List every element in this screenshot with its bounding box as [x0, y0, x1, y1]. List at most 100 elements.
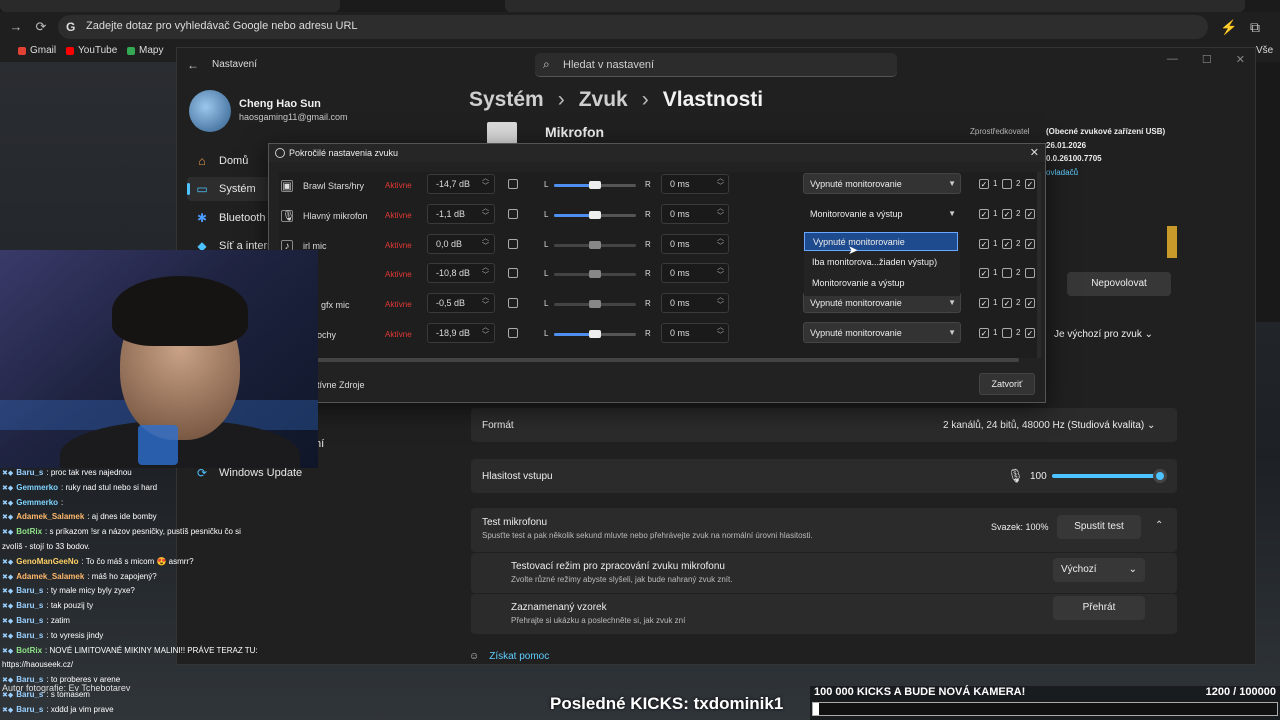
track-2-checkbox[interactable]: ✓: [1002, 208, 1012, 219]
chat-username[interactable]: Baru_s: [16, 631, 43, 640]
balance-slider[interactable]: [554, 210, 636, 219]
monitor-dropdown[interactable]: Monitorovanie a výstup ▼: [803, 203, 961, 224]
breadcrumb-system[interactable]: Systém: [469, 88, 544, 112]
forward-icon[interactable]: →: [8, 19, 24, 35]
address-bar[interactable]: G Zadejte dotaz pro vyhledávač Google ne…: [58, 15, 1208, 39]
default-device-dropdown[interactable]: Je výchozí pro zvuk ⌄: [1054, 329, 1153, 340]
track-3-checkbox[interactable]: ✓: [1025, 208, 1035, 219]
balance-slider[interactable]: [554, 181, 636, 189]
spinner-icon[interactable]: ︿ ﹀: [717, 324, 724, 340]
spinner-icon[interactable]: ︿ ﹀: [717, 235, 724, 251]
track-3-checkbox[interactable]: ✓: [1025, 328, 1035, 338]
track-2-checkbox[interactable]: ✓: [1002, 238, 1012, 249]
reload-icon[interactable]: ⟳: [33, 19, 49, 35]
balance-slider[interactable]: [554, 330, 636, 338]
balance-thumb[interactable]: [589, 181, 601, 189]
spinner-icon[interactable]: ︿ ﹀: [482, 264, 489, 280]
chat-username[interactable]: Gemmerko: [16, 483, 58, 492]
spinner-icon[interactable]: ︿ ﹀: [482, 235, 489, 251]
minimize-icon[interactable]: —: [1167, 53, 1178, 66]
chat-username[interactable]: Baru_s: [16, 705, 43, 714]
track-2-checkbox[interactable]: ✓: [1002, 298, 1012, 309]
chat-username[interactable]: Gemmerko: [16, 498, 58, 507]
spinner-icon[interactable]: ︿ ﹀: [482, 324, 489, 340]
back-arrow-icon[interactable]: ←: [187, 58, 199, 72]
monitor-dropdown[interactable]: Vypnuté monitorovanie ▼: [803, 173, 961, 194]
track-1-checkbox[interactable]: ✓: [979, 208, 989, 219]
driver-link[interactable]: ovladačů: [1046, 168, 1078, 177]
breadcrumb-sound[interactable]: Zvuk: [579, 88, 628, 112]
chat-username[interactable]: BotRix: [16, 646, 42, 655]
close-icon[interactable]: ✕: [1030, 146, 1039, 159]
bookmark-gmail[interactable]: Gmail: [18, 45, 56, 56]
mono-checkbox[interactable]: [508, 238, 518, 249]
track-1-checkbox[interactable]: ✓: [979, 298, 989, 309]
input-volume-slider[interactable]: [1052, 469, 1167, 483]
chat-username[interactable]: Baru_s: [16, 468, 43, 477]
play-button[interactable]: Přehrát: [1053, 596, 1145, 620]
extension-icon[interactable]: ⚡: [1220, 18, 1238, 36]
spinner-icon[interactable]: ︿ ﹀: [482, 205, 489, 221]
close-dialog-button[interactable]: Zatvoriť: [979, 373, 1035, 395]
spinner-icon[interactable]: ︿ ﹀: [717, 205, 724, 221]
balance-slider[interactable]: [554, 270, 636, 279]
format-dropdown[interactable]: 2 kanálů, 24 bitů, 48000 Hz (Studiová kv…: [943, 420, 1155, 431]
track-1-checkbox[interactable]: ✓: [979, 238, 989, 249]
settings-search-input[interactable]: ⌕ Hledat v nastavení: [535, 53, 897, 77]
close-icon[interactable]: ✕: [1236, 53, 1245, 66]
track-1-checkbox[interactable]: ✓: [979, 328, 989, 338]
chat-username[interactable]: Baru_s: [16, 601, 43, 610]
mono-checkbox[interactable]: [508, 179, 518, 189]
mono-checkbox[interactable]: [508, 268, 518, 279]
balance-thumb[interactable]: [589, 270, 601, 279]
track-2-checkbox[interactable]: [1002, 268, 1012, 279]
bookmark-mapy[interactable]: Mapy: [127, 45, 163, 56]
chat-username[interactable]: Baru_s: [16, 616, 43, 625]
input-volume-thumb[interactable]: [1153, 469, 1167, 483]
mono-checkbox[interactable]: [508, 208, 518, 219]
chat-username[interactable]: GenoManGeeNo: [16, 557, 78, 566]
spinner-icon[interactable]: ︿ ﹀: [482, 175, 489, 191]
track-2-checkbox[interactable]: [1002, 328, 1012, 338]
start-test-button[interactable]: Spustit test: [1057, 515, 1141, 539]
horizontal-scrollbar[interactable]: [279, 358, 1019, 362]
bookmark-youtube[interactable]: YouTube: [66, 45, 117, 56]
balance-thumb[interactable]: [589, 240, 601, 249]
balance-thumb[interactable]: [589, 210, 601, 219]
spinner-icon[interactable]: ︿ ﹀: [717, 294, 724, 310]
chat-username[interactable]: BotRix: [16, 527, 42, 536]
spinner-icon[interactable]: ︿ ﹀: [482, 294, 489, 310]
vertical-scrollbar[interactable]: [1037, 172, 1041, 358]
balance-slider[interactable]: [554, 240, 636, 249]
browser-tab[interactable]: [0, 0, 340, 12]
monitor-option[interactable]: Vypnuté monitorovanie: [804, 232, 958, 251]
track-2-checkbox[interactable]: [1002, 179, 1012, 189]
spinner-icon[interactable]: ︿ ﹀: [717, 175, 724, 191]
track-3-checkbox[interactable]: ✓: [1025, 298, 1035, 309]
disallow-button[interactable]: Nepovolovat: [1067, 272, 1171, 296]
get-help-link[interactable]: ☺ Získat pomoc: [469, 651, 549, 662]
chevron-up-icon[interactable]: ⌃: [1155, 520, 1163, 531]
track-3-checkbox[interactable]: [1025, 268, 1035, 279]
track-1-checkbox[interactable]: ✓: [979, 179, 989, 189]
track-3-checkbox[interactable]: ✓: [1025, 179, 1035, 189]
bookmark-all[interactable]: Vše: [1256, 45, 1273, 56]
chat-username[interactable]: Baru_s: [16, 586, 43, 595]
extensions-puzzle-icon[interactable]: ⧉: [1246, 18, 1264, 36]
monitor-option[interactable]: Monitorovanie a výstup: [804, 274, 958, 293]
balance-thumb[interactable]: [589, 300, 601, 309]
maximize-icon[interactable]: ☐: [1202, 53, 1212, 66]
avatar[interactable]: [189, 90, 231, 132]
mono-checkbox[interactable]: [508, 328, 518, 338]
track-3-checkbox[interactable]: ✓: [1025, 238, 1035, 249]
test-mode-dropdown[interactable]: Výchozí ⌄: [1053, 558, 1145, 582]
chat-username[interactable]: Adamek_Salamek: [16, 572, 84, 581]
chat-username[interactable]: Adamek_Salamek: [16, 512, 84, 521]
monitor-option[interactable]: Iba monitorova...žiaden výstup): [804, 253, 958, 272]
balance-slider[interactable]: [554, 300, 636, 309]
balance-thumb[interactable]: [589, 330, 601, 338]
mono-checkbox[interactable]: [508, 298, 518, 309]
track-1-checkbox[interactable]: ✓: [979, 268, 989, 279]
monitor-dropdown[interactable]: Vypnuté monitorovanie ▼: [803, 322, 961, 343]
browser-tab[interactable]: [505, 0, 1245, 12]
